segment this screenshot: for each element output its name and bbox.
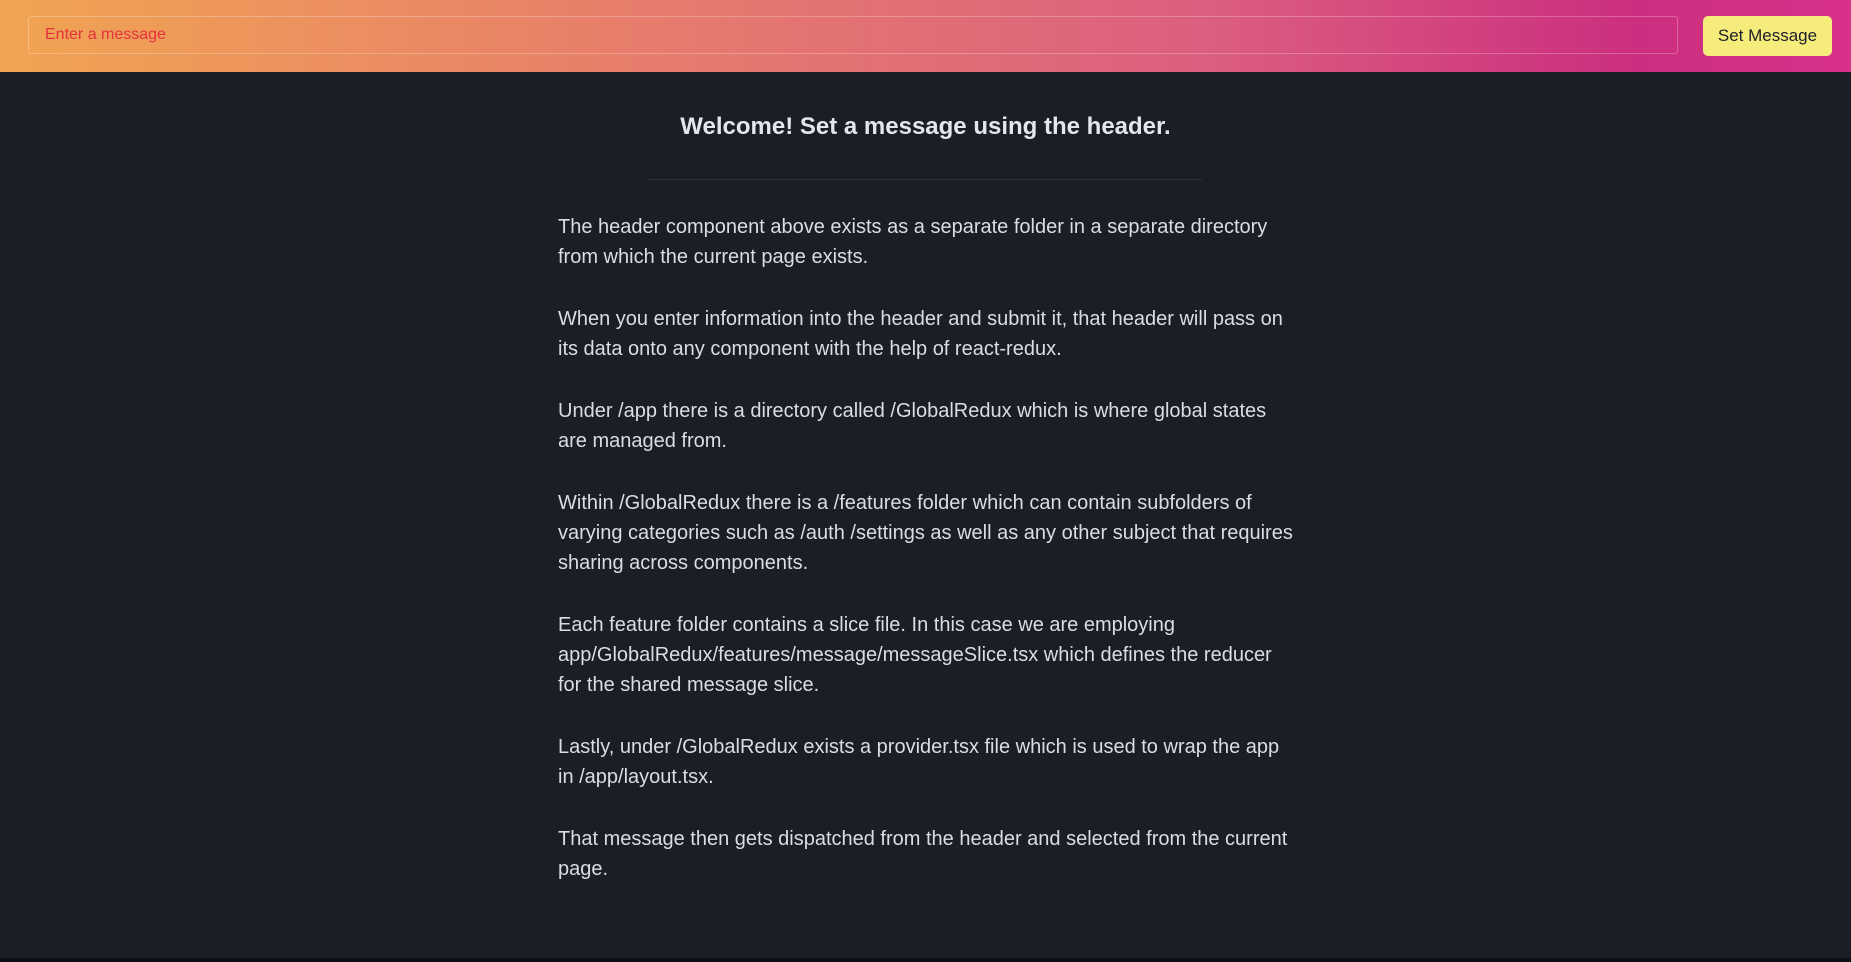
paragraph-provider: Lastly, under /GlobalRedux exists a prov… <box>558 736 1280 788</box>
paragraph-react-redux: When you enter information into the head… <box>558 308 1283 360</box>
title-divider <box>649 179 1202 180</box>
set-message-button[interactable]: Set Message <box>1703 16 1832 56</box>
paragraph-slice-file: Each feature folder contains a slice fil… <box>558 614 1272 696</box>
paragraph-header-component: The header component above exists as a s… <box>558 216 1268 268</box>
bottom-border <box>0 958 1851 962</box>
paragraph-features-folder: Within /GlobalRedux there is a /features… <box>558 492 1293 574</box>
header-bar: Set Message <box>0 0 1851 72</box>
content-body: The header component above exists as a s… <box>558 212 1298 916</box>
paragraph-dispatch: That message then gets dispatched from t… <box>558 828 1288 880</box>
paragraph-global-redux: Under /app there is a directory called /… <box>558 400 1267 452</box>
page-title: Welcome! Set a message using the header. <box>680 113 1171 140</box>
message-input[interactable] <box>28 16 1678 54</box>
